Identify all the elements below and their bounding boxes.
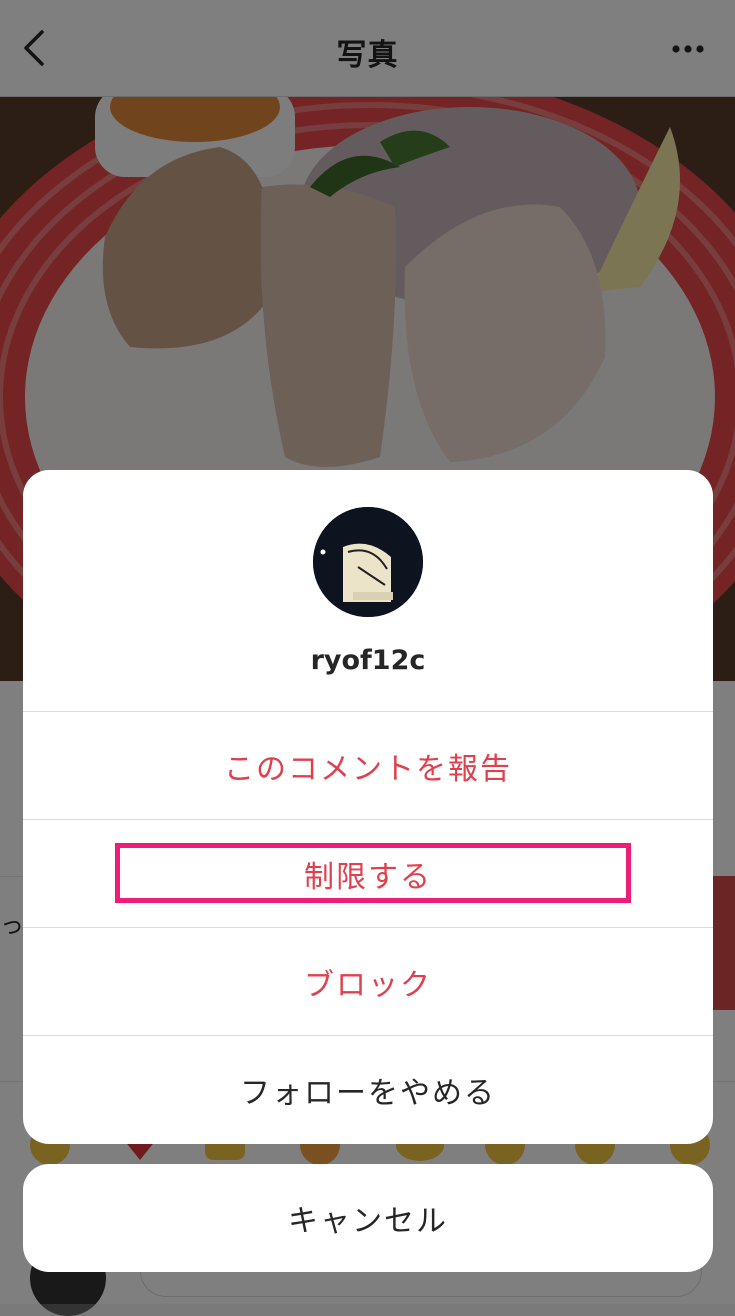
report-comment-option[interactable]: このコメントを報告 [23, 711, 713, 819]
block-option[interactable]: ブロック [23, 927, 713, 1035]
unfollow-option[interactable]: フォローをやめる [23, 1035, 713, 1143]
cancel-button[interactable]: キャンセル [23, 1164, 713, 1272]
user-action-sheet: ryof12c このコメントを報告 制限する ブロック フォローをやめる [23, 470, 713, 1144]
sheet-header: ryof12c [23, 470, 713, 711]
username: ryof12c [310, 645, 426, 676]
profile-avatar [313, 507, 423, 617]
highlight-box [115, 843, 631, 903]
